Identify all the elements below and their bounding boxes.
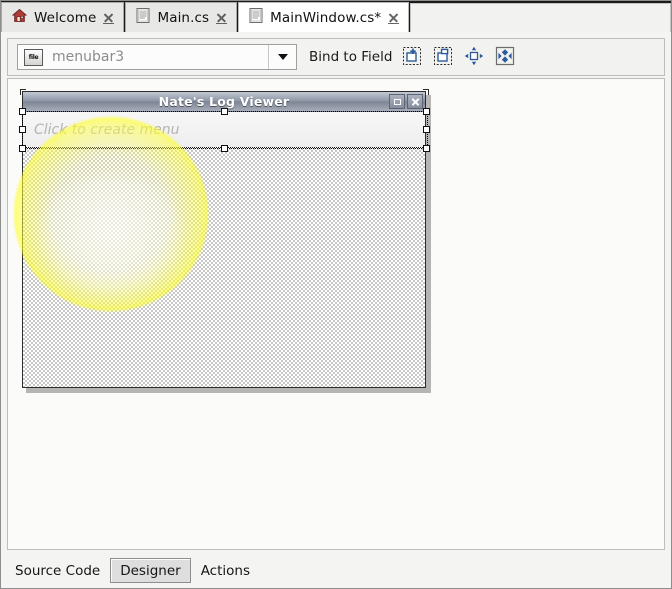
editor-tab-welcome[interactable]: Welcome	[1, 2, 125, 32]
tab-actions[interactable]: Actions	[191, 558, 260, 583]
tab-designer-label: Designer	[120, 562, 181, 579]
resize-handle-top-center[interactable]	[221, 108, 228, 115]
maximize-button[interactable]	[389, 94, 405, 109]
close-icon[interactable]	[388, 12, 400, 24]
editor-tab-main-cs[interactable]: Main.cs	[125, 2, 238, 32]
maximize-icon	[393, 98, 401, 105]
resize-handle-right-bottom[interactable]	[423, 145, 430, 152]
close-button[interactable]	[407, 94, 423, 109]
remove-container-button[interactable]	[432, 46, 454, 68]
remove-container-icon	[433, 46, 453, 69]
toolbar-button-group	[401, 46, 516, 68]
resize-handle-bottom-center[interactable]	[221, 145, 228, 152]
close-icon[interactable]	[216, 12, 228, 24]
widget-selector-combo[interactable]: file menubar3	[17, 44, 297, 70]
tab-strip-filler	[410, 3, 671, 32]
edit-layout-button[interactable]	[494, 46, 516, 68]
move-arrows-icon	[464, 46, 484, 69]
editor-tab-label: MainWindow.cs*	[270, 9, 382, 26]
file-icon: file	[24, 48, 43, 66]
close-icon[interactable]	[103, 12, 115, 24]
form-window-buttons	[389, 94, 425, 109]
chevron-down-icon[interactable]	[268, 45, 296, 69]
designer-canvas[interactable]: Nate's Log Viewer Click to create menu	[7, 78, 665, 550]
tab-source-code[interactable]: Source Code	[5, 558, 110, 583]
form-corner-marker-tl	[20, 89, 26, 95]
resize-handle-right-top[interactable]	[423, 108, 430, 115]
move-widget-button[interactable]	[463, 46, 485, 68]
designer-view-tabs: Source Code Designer Actions	[1, 553, 671, 588]
form-title-text: Nate's Log Viewer	[158, 94, 290, 109]
layout-diamond-icon	[495, 46, 515, 69]
editor-tab-mainwindow-cs[interactable]: MainWindow.cs*	[238, 2, 410, 32]
home-icon	[11, 8, 28, 27]
form-client-area[interactable]	[23, 148, 425, 387]
tab-source-code-label: Source Code	[15, 562, 101, 579]
add-container-button[interactable]	[401, 46, 423, 68]
designed-form[interactable]: Nate's Log Viewer Click to create menu	[19, 89, 430, 388]
document-icon	[249, 8, 263, 27]
document-icon	[136, 8, 150, 27]
designer-toolbar: file menubar3 Bind to Field	[7, 38, 665, 76]
editor-tab-label: Main.cs	[157, 9, 210, 26]
resize-handle-right-middle[interactable]	[423, 126, 430, 133]
designed-form-wrapper: Nate's Log Viewer Click to create menu	[19, 89, 431, 393]
resize-handle-left-bottom[interactable]	[19, 145, 26, 152]
menubar-placeholder-text: Click to create menu	[34, 121, 180, 138]
resize-handle-left-middle[interactable]	[19, 126, 26, 133]
form-menubar[interactable]: Click to create menu	[23, 112, 425, 148]
editor-tab-label: Welcome	[34, 9, 97, 26]
widget-selector-value: menubar3	[52, 49, 125, 65]
tab-actions-label: Actions	[200, 562, 251, 579]
editor-tab-strip: Welcome Main.cs MainWindow.cs*	[1, 1, 671, 32]
close-icon	[411, 97, 420, 106]
bind-to-field-label: Bind to Field	[309, 49, 393, 65]
add-container-icon	[402, 46, 422, 69]
application-window: Welcome Main.cs MainWindow.cs* file menu…	[0, 0, 672, 589]
tab-designer[interactable]: Designer	[110, 558, 191, 583]
resize-handle-left-top[interactable]	[19, 108, 26, 115]
